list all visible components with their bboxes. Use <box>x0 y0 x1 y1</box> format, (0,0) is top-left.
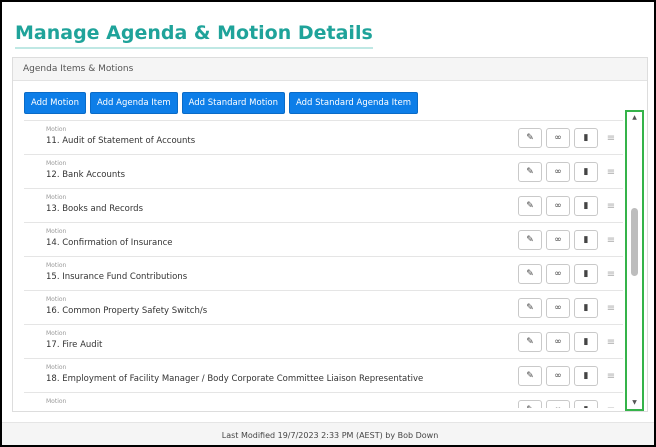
row-actions: ✎∞▮ ≡ <box>518 196 618 216</box>
agenda-list: Motion 11. Audit of Statement of Accounts… <box>24 120 623 408</box>
row-actions: ✎∞▮ ≡ <box>518 230 618 250</box>
pencil-icon[interactable]: ✎ <box>518 332 542 352</box>
item-type-label: Motion <box>46 296 67 303</box>
list-item: Motion ✎ ∞ ▮ ≡ <box>24 393 623 408</box>
add-standard-motion-button[interactable]: Add Standard Motion <box>181 92 285 114</box>
row-actions: ✎∞▮ ≡ <box>518 332 618 352</box>
drag-handle-icon[interactable]: ≡ <box>604 332 618 352</box>
item-type-label: Motion <box>46 398 67 405</box>
add-agenda-item-button[interactable]: Add Agenda Item <box>89 92 178 114</box>
list-item: Motion 18. Employment of Facility Manager… <box>24 359 623 393</box>
row-actions: ✎∞▮ ≡ <box>518 366 618 386</box>
list-scrollbar[interactable]: ▲ ▼ <box>625 110 644 411</box>
glasses-icon[interactable]: ∞ <box>546 400 570 408</box>
list-item: Motion 11. Audit of Statement of Accounts… <box>24 121 623 155</box>
row-actions: ✎∞▮ ≡ <box>518 264 618 284</box>
item-type-label: Motion <box>46 262 67 269</box>
drag-handle-icon[interactable]: ≡ <box>604 264 618 284</box>
item-type-label: Motion <box>46 194 67 201</box>
list-item: Motion 12. Bank Accounts ✎ ∞ ▮ ≡ <box>24 155 623 189</box>
add-standard-agenda-item-button[interactable]: Add Standard Agenda Item <box>288 92 418 114</box>
row-actions: ✎∞▮ ≡ <box>518 128 618 148</box>
item-title: 15. Insurance Fund Contributions <box>46 272 188 282</box>
item-title: 18. Employment of Facility Manager / Bod… <box>46 374 424 384</box>
pencil-icon[interactable]: ✎ <box>518 230 542 250</box>
glasses-icon[interactable]: ∞ <box>546 230 570 250</box>
page-frame: Manage Agenda & Motion Details Agenda It… <box>0 0 656 447</box>
list-item: Motion 14. Confirmation of Insurance ✎ ∞ ▮ ≡ <box>24 223 623 257</box>
agenda-panel: Agenda Items & Motions Add Motion Add Ag… <box>12 57 648 412</box>
footer: Last Modified 19/7/2023 2:33 PM (AEST) b… <box>2 422 654 445</box>
trash-icon[interactable]: ▮ <box>574 128 598 148</box>
glasses-icon[interactable]: ∞ <box>546 366 570 386</box>
glasses-icon[interactable]: ∞ <box>546 332 570 352</box>
item-title: 12. Bank Accounts <box>46 170 126 180</box>
glasses-icon[interactable]: ∞ <box>546 128 570 148</box>
row-actions: ✎∞▮ ≡ <box>518 298 618 318</box>
trash-icon[interactable]: ▮ <box>574 366 598 386</box>
item-title: 17. Fire Audit <box>46 340 103 350</box>
drag-handle-icon[interactable]: ≡ <box>604 162 618 182</box>
list-item: Motion 15. Insurance Fund Contributions ✎ ∞… <box>24 257 623 291</box>
drag-handle-icon[interactable]: ≡ <box>604 230 618 250</box>
pencil-icon[interactable]: ✎ <box>518 298 542 318</box>
scroll-up-arrow-icon[interactable]: ▲ <box>627 112 642 124</box>
item-type-label: Motion <box>46 160 67 167</box>
pencil-icon[interactable]: ✎ <box>518 366 542 386</box>
trash-icon[interactable]: ▮ <box>574 400 598 408</box>
pencil-icon[interactable]: ✎ <box>518 128 542 148</box>
list-item: Motion 13. Books and Records ✎ ∞ ▮ ≡ <box>24 189 623 223</box>
scroll-thumb[interactable] <box>631 208 638 276</box>
drag-handle-icon[interactable]: ≡ <box>604 196 618 216</box>
glasses-icon[interactable]: ∞ <box>546 298 570 318</box>
glasses-icon[interactable]: ∞ <box>546 196 570 216</box>
drag-handle-icon[interactable]: ≡ <box>604 366 618 386</box>
scroll-down-arrow-icon[interactable]: ▼ <box>627 397 642 409</box>
trash-icon[interactable]: ▮ <box>574 298 598 318</box>
trash-icon[interactable]: ▮ <box>574 196 598 216</box>
item-type-label: Motion <box>46 228 67 235</box>
drag-handle-icon[interactable]: ≡ <box>604 298 618 318</box>
drag-handle-icon[interactable]: ≡ <box>604 400 618 409</box>
trash-icon[interactable]: ▮ <box>574 264 598 284</box>
pencil-icon[interactable]: ✎ <box>518 162 542 182</box>
item-title: 16. Common Property Safety Switch/s <box>46 306 208 316</box>
item-type-label: Motion <box>46 126 67 133</box>
item-title: 13. Books and Records <box>46 204 143 214</box>
item-title: 14. Confirmation of Insurance <box>46 238 173 248</box>
row-actions: ✎∞▮ ≡ <box>518 162 618 182</box>
pencil-icon[interactable]: ✎ <box>518 264 542 284</box>
trash-icon[interactable]: ▮ <box>574 332 598 352</box>
panel-header: Agenda Items & Motions <box>13 58 647 81</box>
trash-icon[interactable]: ▮ <box>574 162 598 182</box>
drag-handle-icon[interactable]: ≡ <box>604 128 618 148</box>
item-title: 11. Audit of Statement of Accounts <box>46 136 196 146</box>
glasses-icon[interactable]: ∞ <box>546 162 570 182</box>
trash-icon[interactable]: ▮ <box>574 230 598 250</box>
item-type-label: Motion <box>46 330 67 337</box>
button-row: Add Motion Add Agenda Item Add Standard … <box>24 92 418 114</box>
row-actions: ✎ ∞ ▮ ≡ <box>518 400 618 408</box>
pencil-icon[interactable]: ✎ <box>518 400 542 408</box>
item-type-label: Motion <box>46 364 67 371</box>
glasses-icon[interactable]: ∞ <box>546 264 570 284</box>
list-item: Motion 16. Common Property Safety Switch/… <box>24 291 623 325</box>
page-title: Manage Agenda & Motion Details <box>15 22 373 49</box>
add-motion-button[interactable]: Add Motion <box>24 92 86 114</box>
pencil-icon[interactable]: ✎ <box>518 196 542 216</box>
list-item: Motion 17. Fire Audit ✎ ∞ ▮ ≡ <box>24 325 623 359</box>
